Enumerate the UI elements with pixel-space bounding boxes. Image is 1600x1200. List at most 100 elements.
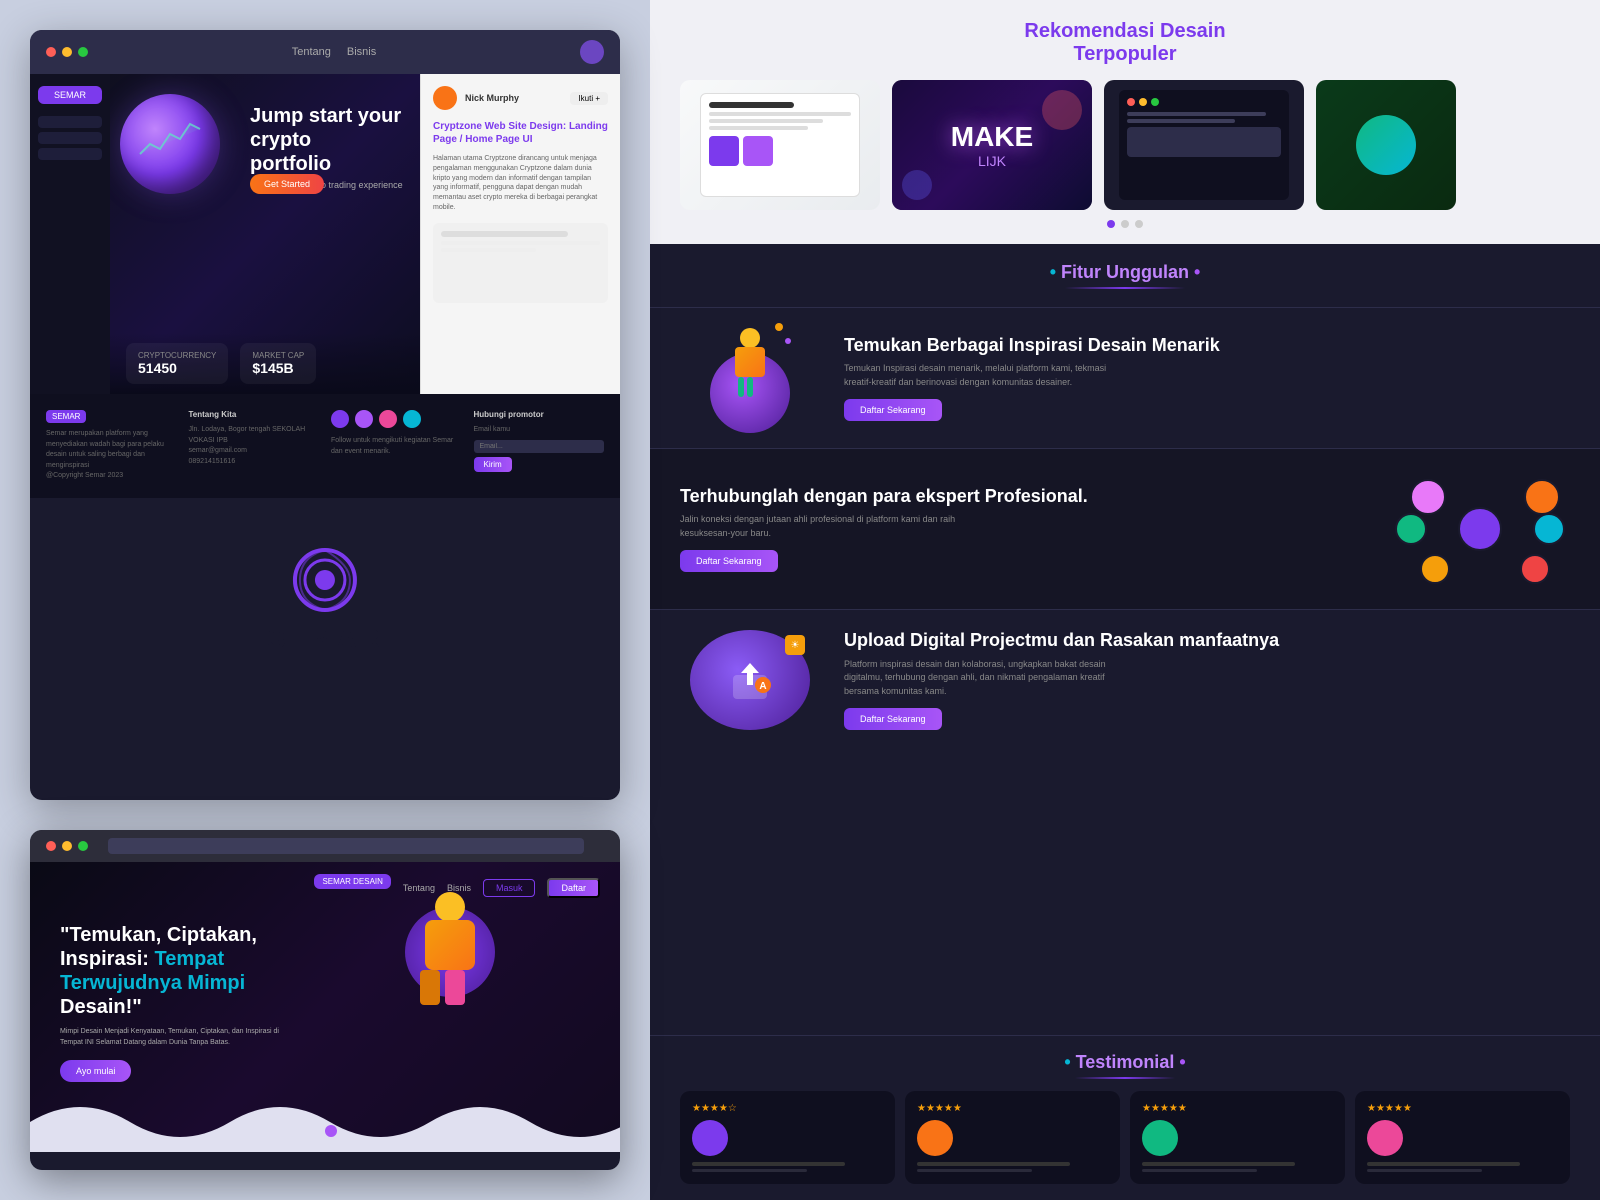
- ayo-mulai-button[interactable]: Ayo mulai: [60, 1060, 131, 1082]
- dot-1[interactable]: [1107, 220, 1115, 228]
- nav-tentang[interactable]: Tentang: [292, 46, 331, 58]
- wave-bottom-svg: [30, 1092, 620, 1152]
- feature-content-3: Upload Digital Projectmu dan Rasakan man…: [844, 630, 1570, 730]
- av-center: [1458, 507, 1502, 551]
- social-icon-4[interactable]: [403, 410, 421, 428]
- dot-3[interactable]: [1135, 220, 1143, 228]
- feature-row-3: A ☀ Upload Digital Projectmu dan Rasakan…: [650, 609, 1600, 750]
- feature-title-1: Temukan Berbagai Inspirasi Desain Menari…: [844, 335, 1570, 357]
- bottom-window-controls: [46, 841, 88, 851]
- feat1-leg-l: [738, 377, 744, 397]
- mock-bar-sm-3: [709, 126, 808, 130]
- char-right-leg: [445, 970, 465, 1005]
- recommended-title: Rekomendasi Desain Terpopuler: [680, 20, 1570, 66]
- recommended-section: Rekomendasi Desain Terpopuler: [650, 0, 1600, 244]
- feat1-head: [740, 328, 760, 348]
- semar-nav-tentang[interactable]: Tentang: [403, 883, 435, 893]
- left-panel: Tentang Bisnis SEMAR: [0, 0, 650, 1200]
- char-left-leg: [420, 970, 440, 1005]
- social-icon-3[interactable]: [379, 410, 397, 428]
- testimonial-cards: ★★★★☆ ★★★★★ ★★★★★ ★★★★★: [680, 1091, 1570, 1184]
- semar-nav-bisnis[interactable]: Bisnis: [447, 883, 471, 893]
- bottom-maximize-dot[interactable]: [78, 841, 88, 851]
- browser-nav: Tentang Bisnis: [292, 46, 377, 58]
- sidebar-nav-3[interactable]: [38, 148, 102, 160]
- sidebar-nav-1[interactable]: [38, 116, 102, 128]
- footer-email: semar@gmail.com: [189, 446, 320, 457]
- daftar-btn-2[interactable]: Daftar Sekarang: [680, 550, 778, 572]
- testimonial-section: • Testimonial • ★★★★☆ ★★★★★ ★★★★★: [650, 1035, 1600, 1200]
- daftar-btn-1[interactable]: Daftar Sekarang: [844, 399, 942, 421]
- dot-2[interactable]: [1121, 220, 1129, 228]
- semar-brand-name: SEMAR: [267, 623, 383, 655]
- feat1-spark: [775, 323, 783, 331]
- testimonial-card-4: ★★★★★: [1355, 1091, 1570, 1184]
- stat-card-1: CRYPTOCURRENCY 51450: [126, 343, 228, 384]
- design-card-4[interactable]: [1316, 80, 1456, 210]
- daftar-btn-3[interactable]: Daftar Sekarang: [844, 708, 942, 730]
- av-mr: [1533, 513, 1565, 545]
- maximize-button-dot[interactable]: [78, 47, 88, 57]
- close-button-dot[interactable]: [46, 47, 56, 57]
- design-card-3[interactable]: [1104, 80, 1304, 210]
- stars-2: ★★★★★: [917, 1103, 1108, 1114]
- footer-kirim-button[interactable]: Kirim: [474, 457, 512, 472]
- card-mock-ui: [700, 93, 860, 197]
- design-card-1[interactable]: [680, 80, 880, 210]
- t-avatar-2: [917, 1120, 953, 1156]
- footer-social-desc: Follow untuk mengikuti kegiatan Semar da…: [331, 436, 462, 457]
- footer-col-brand: SEMAR Semar merupakan platform yang meny…: [46, 410, 177, 482]
- browser-avatar: [580, 40, 604, 64]
- social-icon-1[interactable]: [331, 410, 349, 428]
- follow-button[interactable]: Ikuti +: [570, 92, 608, 105]
- chart-on-sphere: [135, 114, 205, 164]
- mock-box-1: [709, 136, 739, 166]
- footer-col-social: Follow untuk mengikuti kegiatan Semar da…: [331, 410, 462, 482]
- char-body: [425, 920, 475, 970]
- av-ml: [1395, 513, 1427, 545]
- crypto-cta-button[interactable]: Get Started: [250, 174, 324, 194]
- panel-preview: [433, 223, 608, 303]
- semar-logo-center: SEMAR: [267, 545, 383, 655]
- t-avatar-1: [692, 1120, 728, 1156]
- browser-content: SEMAR: [30, 74, 620, 394]
- sidebar-logo: SEMAR: [38, 86, 102, 104]
- stat-label-2: MARKET CAP: [252, 351, 304, 360]
- sidebar-nav-2[interactable]: [38, 132, 102, 144]
- right-panel: Rekomendasi Desain Terpopuler: [650, 0, 1600, 1200]
- top-browser-mockup: Tentang Bisnis SEMAR: [30, 30, 620, 800]
- feature-3d-1: [680, 328, 820, 428]
- testimonial-card-3: ★★★★★: [1130, 1091, 1345, 1184]
- t-avatar-3: [1142, 1120, 1178, 1156]
- footer-email-input[interactable]: [474, 440, 605, 453]
- social-icon-2[interactable]: [355, 410, 373, 428]
- stat-card-2: MARKET CAP $145B: [240, 343, 316, 384]
- features-section: • Fitur Unggulan •: [650, 244, 1600, 1035]
- bottom-close-dot[interactable]: [46, 841, 56, 851]
- design-cards-row: MAKE LIJK: [680, 80, 1570, 210]
- feat1-leg-r: [747, 377, 753, 397]
- window-controls: [46, 47, 88, 57]
- feature-3d-2: [1390, 469, 1570, 589]
- minimize-button-dot[interactable]: [62, 47, 72, 57]
- footer-tagline: Semar merupakan platform yang menyediaka…: [46, 429, 177, 471]
- crypto-3d-object: [120, 94, 240, 204]
- semar-spiral-svg: [290, 545, 360, 615]
- footer-col-hubungi: Hubungi promotor Email kamu Kirim: [474, 410, 605, 482]
- footer-copyright: @Copyright Semar 2023: [46, 471, 177, 482]
- panel-username: Nick Murphy: [465, 93, 519, 103]
- panel-title: Cryptzone Web Site Design: Landing Page …: [433, 120, 608, 146]
- bottom-minimize-dot[interactable]: [62, 841, 72, 851]
- nav-bisnis[interactable]: Bisnis: [347, 46, 376, 58]
- upload-badge: ☀: [785, 635, 805, 655]
- stars-1: ★★★★☆: [692, 1103, 883, 1114]
- stat-value: 51450: [138, 360, 216, 376]
- testimonial-card-2: ★★★★★: [905, 1091, 1120, 1184]
- dot-decoration: [325, 1125, 337, 1137]
- design-card-2[interactable]: MAKE LIJK: [892, 80, 1092, 210]
- recommended-title-1: Rekomendasi Desain: [1024, 20, 1225, 42]
- lijk-text: LIJK: [951, 153, 1033, 169]
- crypto-hero: Jump start your crypto portfolio Get the…: [110, 74, 420, 394]
- browser-address-bar[interactable]: [108, 838, 584, 854]
- feature-row-1: Temukan Berbagai Inspirasi Desain Menari…: [650, 307, 1600, 448]
